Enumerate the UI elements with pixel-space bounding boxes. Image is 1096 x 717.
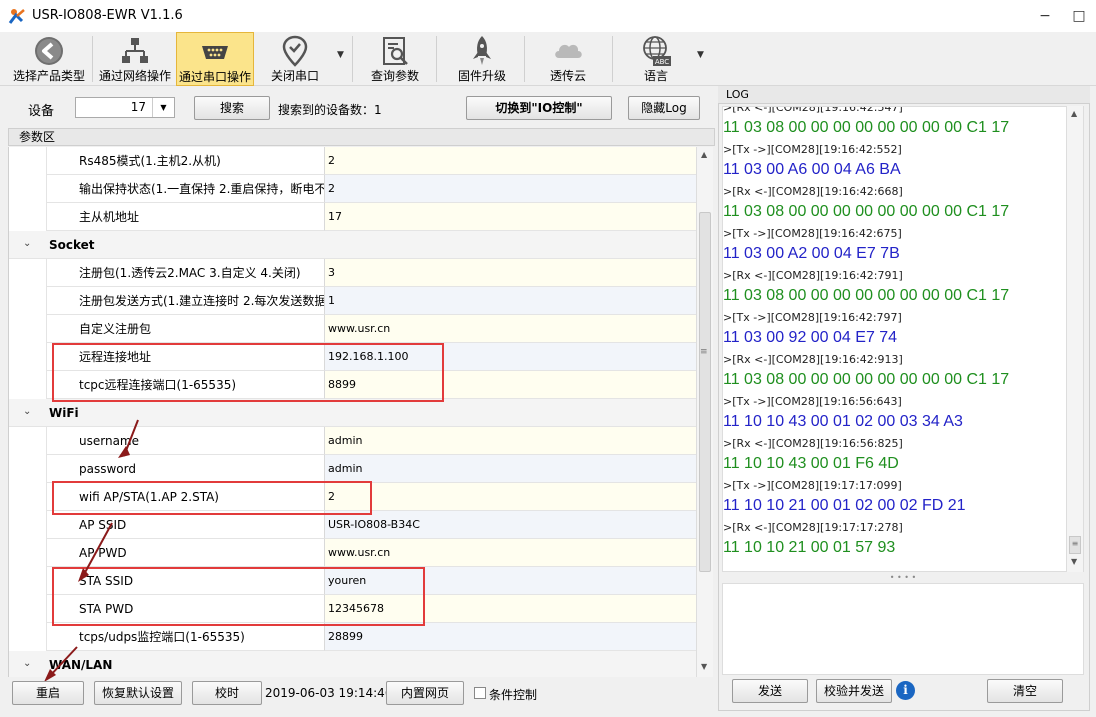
log-meta-line: >[Rx <-][COM28][19:17:17:278] bbox=[723, 521, 903, 534]
log-data-line: 11 10 10 21 00 01 02 00 02 FD 21 bbox=[723, 497, 966, 514]
clear-button[interactable]: 清空 bbox=[987, 679, 1063, 703]
send-button[interactable]: 发送 bbox=[732, 679, 808, 703]
scroll-up-icon[interactable]: ▲ bbox=[1071, 109, 1077, 118]
log-splitter[interactable]: • • • • bbox=[722, 573, 1084, 583]
info-icon[interactable]: i bbox=[896, 681, 915, 700]
log-data-line: 11 10 10 43 00 01 F6 4D bbox=[723, 455, 899, 472]
condition-control-checkbox[interactable] bbox=[474, 687, 486, 699]
log-data-line: 11 10 10 21 00 01 57 93 bbox=[723, 539, 896, 556]
check-and-send-button[interactable]: 校验并发送 bbox=[816, 679, 892, 703]
builtin-web-button[interactable]: 内置网页 bbox=[386, 681, 464, 705]
log-send-input[interactable] bbox=[722, 583, 1084, 675]
sync-time-button[interactable]: 校时 bbox=[192, 681, 262, 705]
log-scrollbar[interactable]: ▲ ≡ ▼ bbox=[1066, 106, 1083, 572]
log-meta-line: >[Tx ->][COM28][19:16:42:552] bbox=[723, 143, 902, 156]
condition-control-label: 条件控制 bbox=[489, 688, 538, 702]
log-data-line: 11 03 08 00 00 00 00 00 00 00 00 C1 17 bbox=[723, 119, 1010, 136]
log-data-line: 11 03 00 A6 00 04 A6 BA bbox=[723, 161, 901, 178]
log-meta-line: >[Rx <-][COM28][19:16:42:791] bbox=[723, 269, 903, 282]
log-output[interactable]: >[Rx <-][COM28][19:16:42:547] 11 03 08 00… bbox=[722, 106, 1084, 572]
log-meta-line: >[Rx <-][COM28][19:16:56:825] bbox=[723, 437, 903, 450]
log-meta-line: >[Tx ->][COM28][19:17:17:099] bbox=[723, 479, 902, 492]
log-data-line: 11 03 00 A2 00 04 E7 7B bbox=[723, 245, 900, 262]
log-meta-line: >[Tx ->][COM28][19:16:56:643] bbox=[723, 395, 902, 408]
datetime-display: 2019-06-03 19:14:46 1 bbox=[265, 686, 404, 700]
log-data-line: 11 03 00 92 00 04 E7 74 bbox=[723, 329, 898, 346]
scroll-down-icon[interactable]: ▼ bbox=[1071, 557, 1077, 566]
log-meta-line: >[Rx <-][COM28][19:16:42:668] bbox=[723, 185, 903, 198]
log-meta-line: >[Rx <-][COM28][19:16:42:547] bbox=[723, 106, 903, 114]
log-title: LOG bbox=[718, 86, 1090, 104]
scrollbar-thumb[interactable]: ≡ bbox=[1069, 536, 1081, 554]
log-data-line: 11 10 10 43 00 01 02 00 03 34 A3 bbox=[723, 413, 963, 430]
restart-button[interactable]: 重启 bbox=[12, 681, 84, 705]
restore-default-button[interactable]: 恢复默认设置 bbox=[94, 681, 182, 705]
log-meta-line: >[Rx <-][COM28][19:16:42:913] bbox=[723, 353, 903, 366]
log-data-line: 11 03 08 00 00 00 00 00 00 00 00 C1 17 bbox=[723, 203, 1010, 220]
log-data-line: 11 03 08 00 00 00 00 00 00 00 00 C1 17 bbox=[723, 287, 1010, 304]
log-meta-line: >[Tx ->][COM28][19:16:42:675] bbox=[723, 227, 902, 240]
log-data-line: 11 03 08 00 00 00 00 00 00 00 00 C1 17 bbox=[723, 371, 1010, 388]
log-meta-line: >[Tx ->][COM28][19:16:42:797] bbox=[723, 311, 902, 324]
